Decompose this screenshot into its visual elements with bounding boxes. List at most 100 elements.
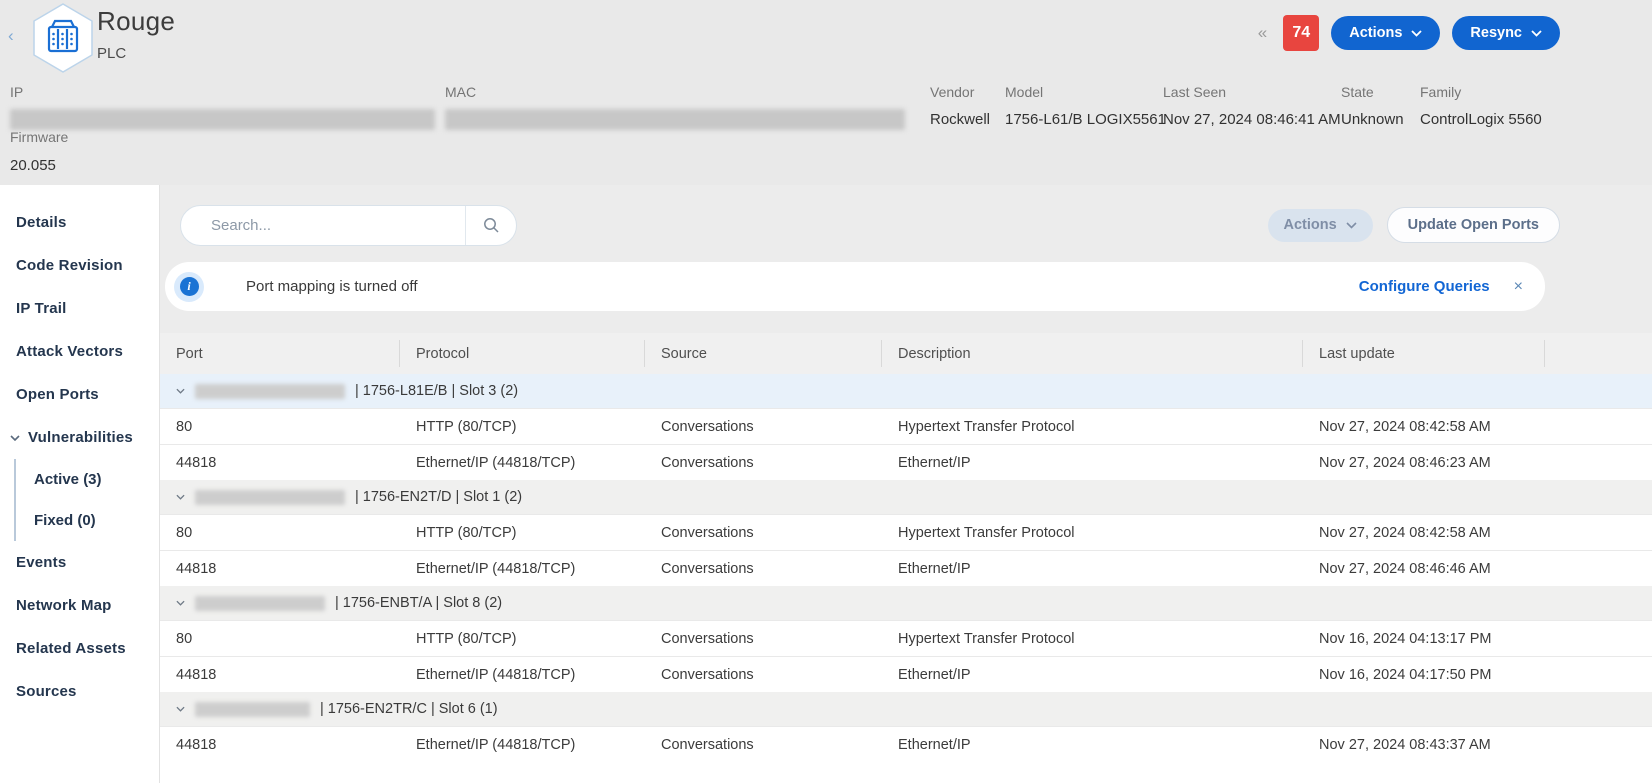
sidebar-item-events[interactable]: Events	[0, 541, 159, 584]
sidebar-item-attack-vectors[interactable]: Attack Vectors	[0, 330, 159, 373]
family-value: ControlLogix 5560	[1420, 111, 1542, 128]
chevron-down-icon	[1346, 222, 1357, 229]
search-box	[180, 205, 517, 246]
search-input[interactable]	[181, 217, 465, 234]
sidebar-item-open-ports[interactable]: Open Ports	[0, 373, 159, 416]
table-row[interactable]: 80 HTTP (80/TCP) Conversations Hypertext…	[160, 408, 1652, 444]
model-label: Model	[1005, 84, 1166, 100]
page-title: Rouge	[97, 6, 175, 37]
cell-description: Hypertext Transfer Protocol	[882, 419, 1303, 435]
last-seen-value: Nov 27, 2024 08:46:41 AM	[1163, 111, 1341, 128]
actions-button[interactable]: Actions	[1331, 16, 1440, 50]
column-header-description[interactable]: Description	[882, 333, 1303, 374]
state-label: State	[1341, 84, 1404, 100]
cell-description: Ethernet/IP	[882, 737, 1303, 753]
group-label: | 1756-EN2TR/C | Slot 6 (1)	[320, 701, 498, 717]
column-header-last-update[interactable]: Last update	[1303, 333, 1545, 374]
update-open-ports-button[interactable]: Update Open Ports	[1387, 207, 1560, 243]
collapse-panel-icon[interactable]: «	[1258, 23, 1267, 43]
field-firmware: Firmware 20.055	[10, 129, 68, 174]
cell-protocol: Ethernet/IP (44818/TCP)	[400, 455, 645, 471]
field-ip: IP	[10, 84, 435, 130]
sidebar-item-details[interactable]: Details	[0, 201, 159, 244]
cell-source: Conversations	[645, 667, 882, 683]
chevron-down-icon	[1411, 30, 1422, 37]
sidebar-item-fixed-vulnerabilities[interactable]: Fixed (0)	[16, 500, 159, 541]
sidebar-item-related-assets[interactable]: Related Assets	[0, 627, 159, 670]
group-row[interactable]: | 1756-EN2T/D | Slot 1 (2)	[160, 480, 1652, 514]
cell-port: 44818	[160, 737, 400, 753]
table-header-row: Port Protocol Source Description Last up…	[160, 333, 1652, 374]
table-row[interactable]: 80 HTTP (80/TCP) Conversations Hypertext…	[160, 514, 1652, 550]
sidebar-item-active-vulnerabilities[interactable]: Active (3)	[16, 459, 159, 500]
cell-source: Conversations	[645, 561, 882, 577]
group-ip-redacted	[195, 384, 345, 399]
open-ports-toolbar: Actions Update Open Ports	[160, 205, 1652, 245]
sidebar-item-vulnerabilities[interactable]: Vulnerabilities	[0, 416, 159, 459]
group-row[interactable]: | 1756-L81E/B | Slot 3 (2)	[160, 374, 1652, 408]
chevron-down-icon	[176, 706, 185, 712]
sidebar-item-code-revision[interactable]: Code Revision	[0, 244, 159, 287]
chevron-down-icon	[1531, 30, 1542, 37]
column-header-source[interactable]: Source	[645, 333, 882, 374]
configure-queries-link[interactable]: Configure Queries	[1359, 278, 1490, 295]
resync-button[interactable]: Resync	[1452, 16, 1560, 50]
sidebar: Details Code Revision IP Trail Attack Ve…	[0, 185, 160, 783]
group-ip-redacted	[195, 702, 310, 717]
cell-source: Conversations	[645, 455, 882, 471]
cell-source: Conversations	[645, 525, 882, 541]
banner-close-icon[interactable]: ×	[1514, 278, 1523, 296]
cell-port: 80	[160, 631, 400, 647]
table-row[interactable]: 44818 Ethernet/IP (44818/TCP) Conversati…	[160, 444, 1652, 480]
asset-type-label: PLC	[97, 45, 175, 62]
state-value: Unknown	[1341, 111, 1404, 128]
mac-label: MAC	[445, 84, 905, 100]
cell-description: Ethernet/IP	[882, 561, 1303, 577]
cell-last-update: Nov 27, 2024 08:46:23 AM	[1303, 455, 1545, 471]
field-vendor: Vendor Rockwell	[930, 84, 990, 128]
vendor-value: Rockwell	[930, 111, 990, 128]
cell-source: Conversations	[645, 419, 882, 435]
table-row[interactable]: 44818 Ethernet/IP (44818/TCP) Conversati…	[160, 656, 1652, 692]
group-row[interactable]: | 1756-EN2TR/C | Slot 6 (1)	[160, 692, 1652, 726]
cell-port: 44818	[160, 561, 400, 577]
column-header-port[interactable]: Port	[160, 333, 400, 374]
field-mac: MAC	[445, 84, 905, 130]
column-header-protocol[interactable]: Protocol	[400, 333, 645, 374]
table-actions-button[interactable]: Actions	[1268, 209, 1373, 242]
cell-port: 80	[160, 525, 400, 541]
table-row[interactable]: 44818 Ethernet/IP (44818/TCP) Conversati…	[160, 726, 1652, 762]
mac-value-redacted	[445, 109, 905, 130]
open-ports-table: Port Protocol Source Description Last up…	[160, 333, 1652, 783]
ip-value-redacted	[10, 109, 435, 130]
cell-protocol: HTTP (80/TCP)	[400, 419, 645, 435]
model-value: 1756-L61/B LOGIX5561	[1005, 111, 1166, 128]
cell-source: Conversations	[645, 631, 882, 647]
cell-port: 80	[160, 419, 400, 435]
search-icon[interactable]	[466, 217, 516, 234]
chevron-down-icon	[176, 494, 185, 500]
field-last-seen: Last Seen Nov 27, 2024 08:46:41 AM	[1163, 84, 1341, 128]
actions-button-label: Actions	[1349, 25, 1402, 41]
table-row[interactable]: 80 HTTP (80/TCP) Conversations Hypertext…	[160, 620, 1652, 656]
info-icon: i	[174, 272, 204, 302]
cell-last-update: Nov 27, 2024 08:42:58 AM	[1303, 419, 1545, 435]
ip-label: IP	[10, 84, 435, 100]
plc-hexagon-icon	[30, 2, 96, 79]
back-icon[interactable]: ‹	[8, 26, 14, 46]
firmware-value: 20.055	[10, 157, 68, 174]
table-row[interactable]: 44818 Ethernet/IP (44818/TCP) Conversati…	[160, 550, 1652, 586]
cell-protocol: HTTP (80/TCP)	[400, 525, 645, 541]
vulnerabilities-subnav: Active (3) Fixed (0)	[14, 459, 159, 541]
resync-button-label: Resync	[1470, 25, 1522, 41]
cell-last-update: Nov 16, 2024 04:13:17 PM	[1303, 631, 1545, 647]
sidebar-item-network-map[interactable]: Network Map	[0, 584, 159, 627]
cell-protocol: HTTP (80/TCP)	[400, 631, 645, 647]
group-ip-redacted	[195, 596, 325, 611]
sidebar-item-ip-trail[interactable]: IP Trail	[0, 287, 159, 330]
risk-score-badge[interactable]: 74	[1283, 15, 1319, 51]
group-row[interactable]: | 1756-ENBT/A | Slot 8 (2)	[160, 586, 1652, 620]
sidebar-item-sources[interactable]: Sources	[0, 670, 159, 713]
group-label: | 1756-EN2T/D | Slot 1 (2)	[355, 489, 522, 505]
sidebar-item-label: Vulnerabilities	[28, 429, 133, 446]
